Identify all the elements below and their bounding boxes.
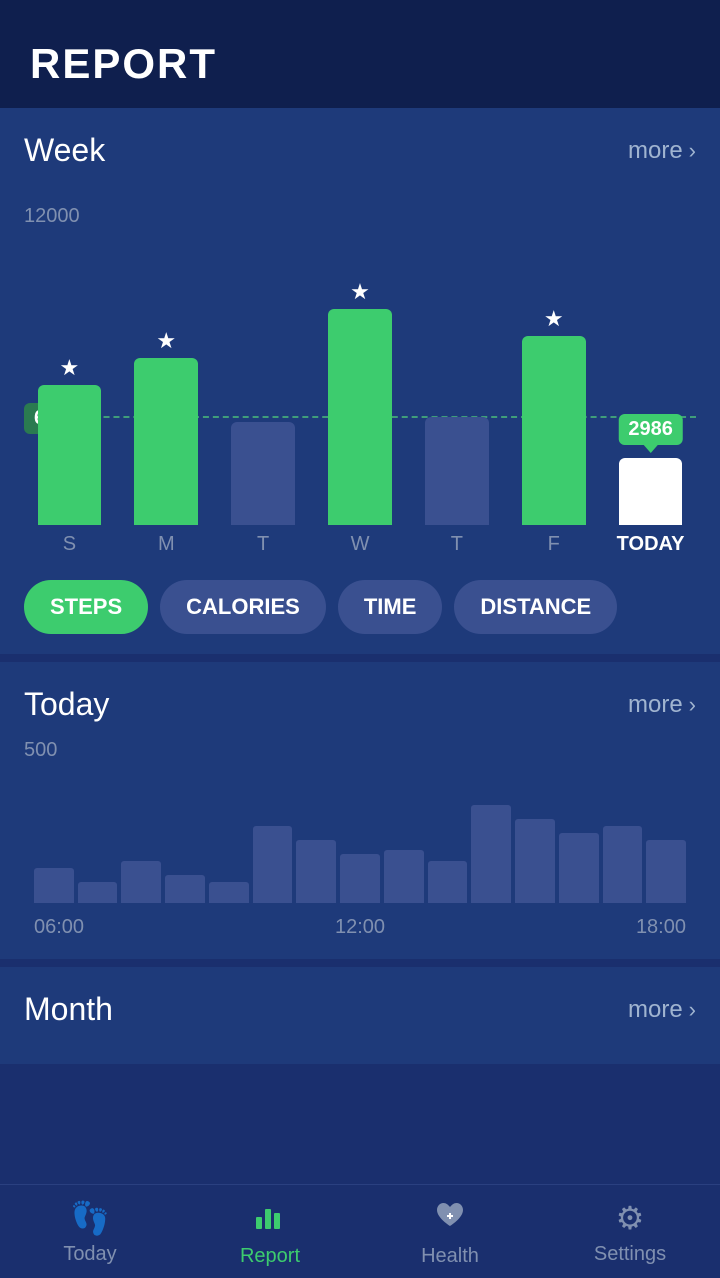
star-badge: ★ (156, 328, 176, 354)
bar-group-s: ★S (24, 236, 115, 556)
today-bar-2 (121, 861, 161, 903)
bar-label-m: M (158, 533, 175, 556)
nav-label-health: Health (421, 1245, 479, 1268)
today-bar-13 (603, 826, 643, 903)
bar-label-t: T (257, 533, 269, 556)
star-badge: ★ (350, 279, 370, 305)
today-more-chevron-icon: › (689, 692, 696, 718)
today-bar-11 (515, 819, 555, 903)
week-chart: 12000 6000★S★MT★WT★F2986TODAY (24, 185, 696, 556)
metric-btn-distance[interactable]: DISTANCE (454, 580, 617, 634)
metric-btn-steps[interactable]: STEPS (24, 580, 148, 634)
month-more-chevron-icon: › (689, 997, 696, 1023)
bar-t (231, 422, 295, 525)
nav-label-today: Today (63, 1243, 116, 1266)
month-header: Month more › (24, 991, 696, 1028)
month-title: Month (24, 991, 113, 1028)
nav-item-settings[interactable]: ⚙ Settings (570, 1199, 690, 1268)
bar-wrapper: ★ (315, 236, 406, 525)
week-title: Week (24, 132, 105, 169)
bar-group-w: ★W (315, 236, 406, 556)
bar-wrapper (411, 236, 502, 525)
bar-label-today: TODAY (617, 533, 685, 556)
week-y-max-label: 12000 (24, 205, 696, 228)
bar-s: ★ (38, 385, 102, 525)
nav-item-today[interactable]: 👣 Today (30, 1199, 150, 1268)
nav-item-health[interactable]: Health (390, 1199, 510, 1268)
chart-icon (254, 1199, 286, 1239)
bar-wrapper: ★ (508, 236, 599, 525)
bar-wrapper: ★ (121, 236, 212, 525)
bar-label-f: F (548, 533, 560, 556)
today-bar-0 (34, 868, 74, 903)
today-x-label-1: 12:00 (335, 916, 385, 939)
value-badge: 2986 (618, 414, 683, 445)
today-x-label-0: 06:00 (34, 916, 84, 939)
today-bar-9 (428, 861, 468, 903)
nav-item-report[interactable]: Report (210, 1199, 330, 1268)
today-bar-1 (78, 882, 118, 903)
today-section: Today more › 500 06:0012:0018:00 (0, 662, 720, 959)
week-header: Week more › (24, 132, 696, 169)
today-x-labels: 06:00 12:00 18:00 (34, 916, 686, 939)
metric-btn-time[interactable]: TIME (338, 580, 443, 634)
today-title: Today (24, 686, 109, 723)
week-section: Week more › 12000 6000★S★MT★WT★F2986TODA… (0, 108, 720, 654)
bar-label-s: S (63, 533, 76, 556)
heart-icon (434, 1199, 466, 1239)
today-bar-10 (471, 805, 511, 903)
nav-label-settings: Settings (594, 1243, 666, 1266)
metric-btn-calories[interactable]: CALORIES (160, 580, 326, 634)
today-bar-6 (296, 840, 336, 903)
week-more-chevron-icon: › (689, 138, 696, 164)
nav-label-report: Report (240, 1245, 300, 1268)
today-bar-7 (340, 854, 380, 903)
bar-wrapper (218, 236, 309, 525)
bar-t (425, 417, 489, 525)
bar-group-today: 2986 TODAY (605, 236, 696, 556)
today-bar-5 (253, 826, 293, 903)
today-more-link[interactable]: more › (628, 691, 696, 719)
bar-wrapper: ★ (24, 236, 115, 525)
bar-group-f: ★F (508, 236, 599, 556)
today-header: Today more › (24, 686, 696, 723)
bar-today: 2986 (619, 458, 683, 526)
today-bars (24, 743, 696, 903)
bar-f: ★ (522, 336, 586, 525)
week-bars-container: 6000★S★MT★WT★F2986TODAY (24, 236, 696, 556)
footprints-icon: 👣 (70, 1199, 110, 1237)
bar-w: ★ (328, 309, 392, 525)
bar-wrapper: 2986 (605, 236, 696, 525)
gear-icon: ⚙ (616, 1199, 645, 1237)
today-bar-4 (209, 882, 249, 903)
bar-group-t: T (218, 236, 309, 556)
month-section: Month more › (0, 967, 720, 1064)
today-chart: 500 06:0012:0018:00 (24, 739, 696, 939)
today-x-label-2: 18:00 (636, 916, 686, 939)
metric-buttons: STEPSCALORIESTIMEDISTANCE (24, 580, 696, 634)
header: REPORT (0, 0, 720, 108)
star-badge: ★ (544, 306, 564, 332)
week-more-link[interactable]: more › (628, 137, 696, 165)
star-badge: ★ (60, 355, 80, 381)
bar-group-m: ★M (121, 236, 212, 556)
today-bar-14 (646, 840, 686, 903)
month-more-link[interactable]: more › (628, 996, 696, 1024)
today-bar-3 (165, 875, 205, 903)
page-title: REPORT (30, 40, 690, 88)
bar-label-t: T (451, 533, 463, 556)
today-bar-8 (384, 850, 424, 903)
bottom-nav: 👣 Today Report Health ⚙ Settings (0, 1184, 720, 1278)
today-bar-12 (559, 833, 599, 903)
bar-group-t: T (411, 236, 502, 556)
bar-m: ★ (134, 358, 198, 525)
bar-label-w: W (351, 533, 370, 556)
